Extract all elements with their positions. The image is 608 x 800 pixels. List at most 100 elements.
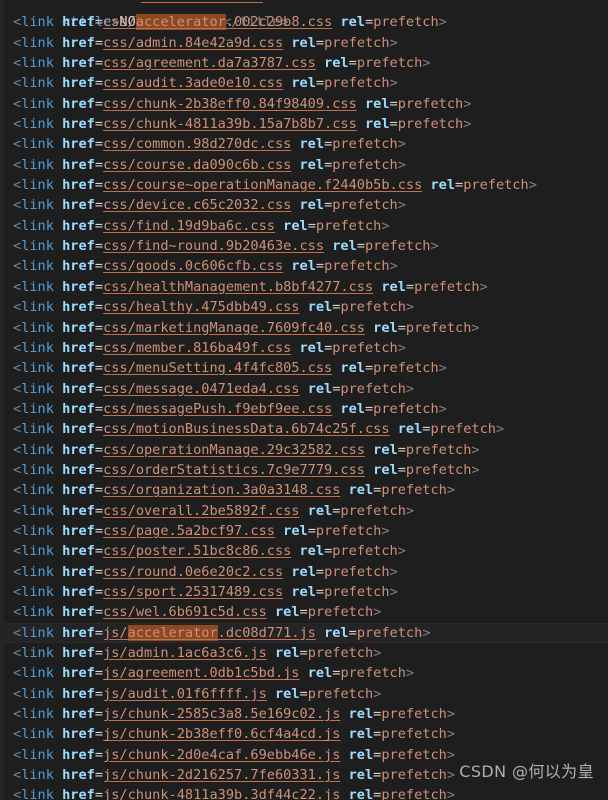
code-line[interactable]: <link href=css/overall.2be5892f.css rel=… — [0, 501, 608, 521]
href-value-link[interactable]: css/organization.3a0a3148.css — [103, 482, 340, 498]
href-value-link[interactable]: css/sport.25317489.css — [103, 584, 283, 600]
code-line[interactable]: <link href=js/accelerator.dc08d771.js re… — [0, 622, 608, 643]
code-line[interactable]: <link href=css/member.816ba49f.css rel=p… — [0, 338, 608, 358]
code-line[interactable]: <link href=css/find~round.9b20463e.css r… — [0, 236, 608, 256]
code-content[interactable]: <title>NOW健康管理系统</title> <link href=css/… — [0, 0, 608, 800]
code-line[interactable]: <link href=css/menuSetting.4f4fc805.css … — [0, 358, 608, 378]
code-line[interactable]: <link href=css/course.da090c6b.css rel=p… — [0, 155, 608, 175]
href-filename: chunk-2b38eff0.84f98409.css — [135, 95, 357, 112]
code-line[interactable]: <link href=css/healthManagement.b8bf4277… — [0, 277, 608, 297]
href-value-link[interactable]: css/find~round.9b20463e.css — [103, 238, 324, 254]
code-line[interactable]: <link href=css/agreement.da7a3787.css re… — [0, 53, 608, 73]
code-line[interactable]: <link href=css/poster.51bc8c86.css rel=p… — [0, 541, 608, 561]
code-line[interactable]: <link href=js/chunk-4811a39b.3df44c22.js… — [0, 785, 608, 800]
href-value-link[interactable]: css/message.0471eda4.css — [103, 381, 299, 397]
angle-bracket-close: > — [438, 14, 447, 31]
href-value-link[interactable]: css/audit.3ade0e10.css — [103, 75, 283, 91]
code-line[interactable]: <link href=css/find.19d9ba6c.css rel=pre… — [0, 216, 608, 236]
code-line[interactable]: <link href=css/accelerator.002c29b8.css … — [0, 12, 608, 32]
href-value-link[interactable]: css/agreement.da7a3787.css — [103, 55, 316, 71]
href-value-link[interactable]: js/agreement.0db1c5bd.js — [103, 665, 299, 681]
href-value-link[interactable]: js/chunk-2d0e4caf.69ebb46e.js — [103, 747, 340, 763]
href-value-link[interactable]: css/accelerator.002c29b8.css — [103, 14, 332, 31]
href-value-link[interactable]: js/audit.01f6ffff.js — [103, 686, 267, 702]
code-line[interactable]: <link href=js/admin.1ac6a3c6.js rel=pref… — [0, 643, 608, 663]
code-line[interactable]: <link href=css/healthy.475dbb49.css rel=… — [0, 297, 608, 317]
code-line[interactable]: <link href=css/device.c65c2032.css rel=p… — [0, 195, 608, 215]
attribute-href: href — [62, 55, 95, 72]
code-line[interactable]: <link href=css/course~operationManage.f2… — [0, 175, 608, 195]
href-value-link[interactable]: css/page.5a2bcf97.css — [103, 523, 275, 539]
href-filename: organization.3a0a3148.css — [135, 482, 341, 499]
href-value-link[interactable]: css/operationManage.29c32582.css — [103, 442, 365, 458]
search-match-highlight: accelerator — [135, 14, 226, 31]
code-line[interactable]: <link href=css/operationManage.29c32582.… — [0, 440, 608, 460]
attribute-href: href — [62, 767, 95, 784]
href-value-link[interactable]: js/chunk-2b38eff0.6cf4a4cd.js — [103, 726, 340, 742]
href-value-link[interactable]: css/chunk-4811a39b.15a7b8b7.css — [103, 116, 357, 132]
code-line[interactable]: <link href=css/wel.6b691c5d.css rel=pref… — [0, 602, 608, 622]
href-value-link[interactable]: css/round.0e6e20c2.css — [103, 564, 283, 580]
code-line[interactable]: <link href=css/goods.0c606cfb.css rel=pr… — [0, 256, 608, 276]
code-line[interactable]: <link href=css/chunk-2b38eff0.84f98409.c… — [0, 94, 608, 114]
angle-bracket-close: > — [397, 156, 406, 173]
href-value-link[interactable]: js/accelerator.dc08d771.js — [103, 624, 316, 641]
href-value-link[interactable]: css/orderStatistics.7c9e7779.css — [103, 462, 365, 478]
code-line[interactable]: <link href=js/audit.01f6ffff.js rel=pref… — [0, 684, 608, 704]
code-line[interactable]: <link href=css/chunk-4811a39b.15a7b8b7.c… — [0, 114, 608, 134]
href-value-link[interactable]: css/admin.84e42a9d.css — [103, 35, 283, 51]
attribute-rel: rel — [291, 34, 316, 51]
code-line[interactable]: <link href=js/agreement.0db1c5bd.js rel=… — [0, 663, 608, 683]
code-line[interactable]: <link href=css/sport.25317489.css rel=pr… — [0, 582, 608, 602]
code-line[interactable]: <link href=css/orderStatistics.7c9e7779.… — [0, 460, 608, 480]
href-value-link[interactable]: css/member.816ba49f.css — [103, 340, 291, 356]
href-value-link[interactable]: js/chunk-4811a39b.3df44c22.js — [103, 787, 340, 800]
link-line-list[interactable]: <link href=css/accelerator.002c29b8.css … — [0, 12, 608, 800]
code-line[interactable]: <link href=js/chunk-2d216257.7fe60331.js… — [0, 765, 608, 785]
href-value-link[interactable]: css/common.98d270dc.css — [103, 136, 291, 152]
href-value-link[interactable]: css/goods.0c606cfb.css — [103, 258, 283, 274]
code-line[interactable]: <link href=js/chunk-2585c3a8.5e169c02.js… — [0, 704, 608, 724]
code-line[interactable]: <link href=css/audit.3ade0e10.css rel=pr… — [0, 73, 608, 93]
code-line[interactable]: <link href=js/chunk-2b38eff0.6cf4a4cd.js… — [0, 724, 608, 744]
href-value-link[interactable]: css/poster.51bc8c86.css — [103, 543, 291, 559]
code-line[interactable]: <link href=css/motionBusinessData.6b74c2… — [0, 419, 608, 439]
href-value-link[interactable]: js/chunk-2d216257.7fe60331.js — [103, 767, 340, 783]
code-line[interactable]: <link href=css/round.0e6e20c2.css rel=pr… — [0, 562, 608, 582]
code-line[interactable]: <link href=css/organization.3a0a3148.css… — [0, 480, 608, 500]
code-line[interactable]: <link href=css/page.5a2bcf97.css rel=pre… — [0, 521, 608, 541]
href-filename: marketingManage.7609fc40.css — [135, 319, 365, 336]
href-value-link[interactable]: js/admin.1ac6a3c6.js — [103, 645, 267, 661]
href-value-link[interactable]: css/find.19d9ba6c.css — [103, 218, 275, 234]
tag-name-link: link — [21, 116, 54, 133]
href-value-link[interactable]: css/messagePush.f9ebf9ee.css — [103, 401, 332, 417]
code-line[interactable]: <link href=css/messagePush.f9ebf9ee.css … — [0, 399, 608, 419]
attribute-rel: rel — [348, 482, 374, 499]
href-value-link[interactable]: js/chunk-2585c3a8.5e169c02.js — [103, 706, 340, 722]
code-line[interactable]: <link href=css/common.98d270dc.css rel=p… — [0, 134, 608, 154]
code-line[interactable]: <link href=js/chunk-2d0e4caf.69ebb46e.js… — [0, 745, 608, 765]
code-line-title[interactable]: <title>NOW健康管理系统</title> — [0, 0, 608, 30]
href-value-link[interactable]: css/device.c65c2032.css — [103, 197, 291, 213]
code-editor-viewport[interactable]: <title>NOW健康管理系统</title> <link href=css/… — [0, 0, 608, 800]
rel-value: prefetch — [373, 360, 439, 377]
href-value-link[interactable]: css/wel.6b691c5d.css — [103, 604, 267, 620]
code-line[interactable]: <link href=css/marketingManage.7609fc40.… — [0, 318, 608, 338]
href-value-link[interactable]: css/course~operationManage.f2440b5b.css — [103, 177, 422, 193]
href-value-link[interactable]: css/overall.2be5892f.css — [103, 503, 299, 519]
href-value-link[interactable]: css/menuSetting.4f4fc805.css — [103, 360, 332, 376]
code-line[interactable]: <link href=css/message.0471eda4.css rel=… — [0, 379, 608, 399]
href-value-link[interactable]: css/healthManagement.b8bf4277.css — [103, 279, 373, 295]
href-value-link[interactable]: css/chunk-2b38eff0.84f98409.css — [103, 96, 357, 112]
code-line[interactable]: <link href=css/admin.84e42a9d.css rel=pr… — [0, 33, 608, 53]
href-value-link[interactable]: css/motionBusinessData.6b74c25f.css — [103, 421, 389, 437]
href-value-link[interactable]: css/marketingManage.7609fc40.css — [103, 320, 365, 336]
href-value-link[interactable]: css/healthy.475dbb49.css — [103, 299, 299, 315]
rel-value: prefetch — [332, 197, 398, 214]
rel-value: prefetch — [381, 746, 447, 763]
href-value-link[interactable]: css/course.da090c6b.css — [103, 157, 291, 173]
